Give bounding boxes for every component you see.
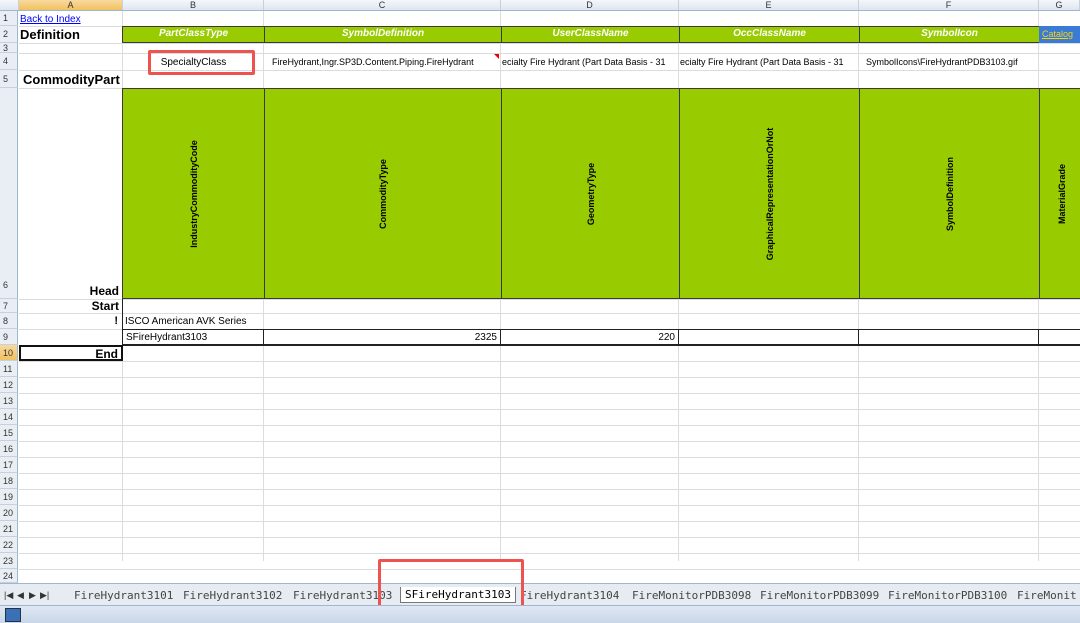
series-text[interactable]: ISCO American AVK Series [125,313,247,329]
catalog-link[interactable]: Catalog [1039,29,1073,39]
row-header[interactable]: 18 [0,473,18,489]
row-header[interactable]: 22 [0,537,18,553]
comment-indicator-icon [494,54,499,59]
header-symbol-definition[interactable]: SymbolDefinition [264,26,502,43]
select-all-corner[interactable] [0,0,19,10]
commodity-part-label: CommodityPart [23,72,120,87]
cell-geometry-type[interactable]: 220 [501,330,679,345]
column-header-e[interactable]: E [679,0,859,10]
row-header[interactable]: 11 [0,361,18,377]
cell-commodity-code[interactable]: SFireHydrant3103 [122,330,264,345]
column-header-bar: A B C D E F G [0,0,1080,11]
column-header-d[interactable]: D [501,0,679,10]
header-catalog[interactable]: Catalog [1039,26,1080,43]
header-industry-commodity-code-text: IndustryCommodityCode [188,139,199,248]
column-header-g[interactable]: G [1039,0,1080,10]
cell-symbol-definition[interactable] [859,330,1039,345]
definition-label: Definition [20,27,80,42]
row-header[interactable]: 20 [0,505,18,521]
status-bar [0,605,1080,623]
row-header[interactable]: 14 [0,409,18,425]
header-graphical-representation-text: GraphicalRepresentationOrNot [764,127,775,260]
row-header[interactable]: 24 [0,569,18,583]
header-symbol-definition-2-text: SymbolDefinition [944,156,955,231]
header-industry-commodity-code[interactable]: IndustryCommodityCode [122,88,265,299]
header-geometry-type-text: GeometryType [585,162,596,225]
sheet-tab-bar: |◀ ◀ ▶ ▶| FireHydrant3101 FireHydrant310… [0,583,1080,606]
row-header[interactable]: 12 [0,377,18,393]
macro-record-icon[interactable] [5,608,21,622]
cell-user-class-name-value[interactable]: ecialty Fire Hydrant (Part Data Basis - … [502,55,678,70]
sheet-tab[interactable]: FireHydrant3102 [179,588,286,604]
row-header[interactable]: 16 [0,441,18,457]
row-header[interactable]: 19 [0,489,18,505]
row-header[interactable]: 2 [0,26,18,43]
cell-occ-class-name-value[interactable]: ecialty Fire Hydrant (Part Data Basis - … [680,55,858,70]
next-sheet-icon[interactable]: ▶ [29,590,36,601]
cell-commodity-type[interactable]: 2325 [264,330,501,345]
prev-sheet-icon[interactable]: ◀ [17,590,24,601]
first-sheet-icon[interactable]: |◀ [4,590,13,601]
back-to-index-link[interactable]: Back to Index [20,14,81,25]
header-commodity-type[interactable]: CommodityType [264,88,502,299]
row-header[interactable]: 6 [0,88,18,299]
end-label[interactable]: End [19,345,123,361]
header-geometry-type[interactable]: GeometryType [501,88,680,299]
start-label: Start [19,299,123,313]
sheet-tab[interactable]: FireHydrant3101 [70,588,177,604]
head-cell[interactable]: Head [19,88,123,299]
sheet-tab[interactable]: FireMonitorPDB3100 [884,588,1011,604]
header-graphical-representation[interactable]: GraphicalRepresentationOrNot [679,88,860,299]
sheet-tab[interactable]: FireMonitorPDB3099 [756,588,883,604]
warning-marker: ! [19,313,123,329]
sheet-tab[interactable]: FireMonit [1013,588,1080,604]
cell-graphical-representation[interactable] [679,330,859,345]
row-header[interactable]: 7 [0,299,18,313]
row-header[interactable]: 13 [0,393,18,409]
back-to-index-cell[interactable]: Back to Index [20,13,81,26]
row-header[interactable]: 9 [0,329,18,345]
row-header[interactable]: 3 [0,43,18,53]
last-sheet-icon[interactable]: ▶| [40,590,49,601]
row-header[interactable]: 10 [0,345,18,361]
highlight-box [148,50,255,75]
header-material-grade[interactable]: MaterialGrade [1039,88,1080,299]
sheet-tab[interactable]: FireHydrant3104 [516,588,623,604]
column-header-c[interactable]: C [264,0,501,10]
head-label: Head [89,284,119,298]
header-part-class-type[interactable]: PartClassType [122,26,265,43]
row-header[interactable]: 8 [0,313,18,329]
header-occ-class-name[interactable]: OccClassName [679,26,860,43]
row-header[interactable]: 1 [0,11,18,26]
sheet-tab[interactable]: FireMonitorPDB3098 [628,588,755,604]
header-symbol-definition-2[interactable]: SymbolDefinition [859,88,1040,299]
header-user-class-name[interactable]: UserClassName [501,26,680,43]
row-header[interactable]: 4 [0,53,18,70]
row-header[interactable]: 21 [0,521,18,537]
column-header-b[interactable]: B [123,0,264,10]
cell-symbol-icon-value[interactable]: SymbolIcons\FireHydrantPDB3103.gif [866,55,1038,70]
header-symbol-icon[interactable]: SymbolIcon [859,26,1040,43]
column-header-a[interactable]: A [19,0,123,10]
row-header[interactable]: 23 [0,553,18,569]
cell-symbol-definition-value[interactable]: FireHydrant,Ingr.SP3D.Content.Piping.Fir… [272,55,500,70]
row-header[interactable]: 15 [0,425,18,441]
column-header-f[interactable]: F [859,0,1039,10]
row-header[interactable]: 5 [0,70,18,88]
header-commodity-type-text: CommodityType [378,158,388,229]
row-header[interactable]: 17 [0,457,18,473]
header-material-grade-text: MaterialGrade [1056,163,1067,224]
